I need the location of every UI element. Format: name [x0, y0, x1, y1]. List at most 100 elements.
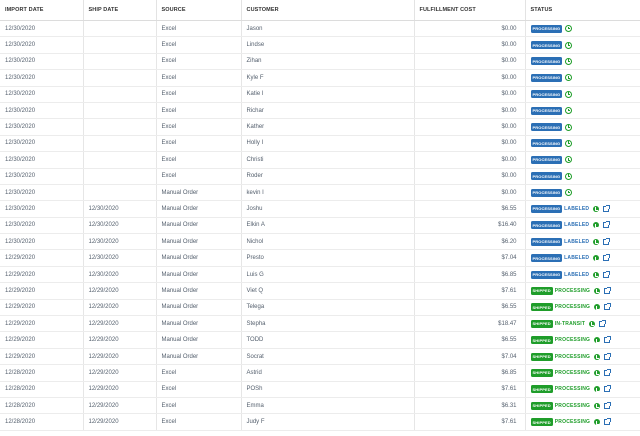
- customer-cell[interactable]: POSh: [241, 381, 415, 398]
- customer-cell[interactable]: Kyle F: [241, 69, 415, 87]
- table-row[interactable]: 12/30/2020 Excel Christi $0.00 PROCESSING: [0, 151, 640, 169]
- table-row[interactable]: 12/29/2020 12/29/2020 Manual Order Stepha $1…: [0, 315, 640, 333]
- table-row[interactable]: 12/30/2020 Excel Roder $0.00 PROCESSING: [0, 168, 640, 185]
- customer-cell[interactable]: kevin I: [241, 184, 415, 202]
- column-header-ship-date[interactable]: SHIP DATE: [83, 0, 157, 21]
- external-link-icon[interactable]: [604, 368, 612, 376]
- table-row[interactable]: 12/29/2020 12/29/2020 Manual Order TODD $6.5…: [0, 331, 640, 349]
- customer-cell[interactable]: Roder: [241, 168, 415, 185]
- import-date-cell: 12/29/2020: [0, 348, 84, 366]
- table-row[interactable]: 12/30/2020 Excel Lindse $0.00 PROCESSING: [0, 36, 640, 54]
- external-link-icon[interactable]: [604, 336, 612, 344]
- external-link-icon[interactable]: [604, 352, 612, 360]
- table-row[interactable]: 12/30/2020 Excel Kather $0.00 PROCESSING: [0, 118, 640, 136]
- customer-cell[interactable]: Telega: [241, 299, 415, 317]
- customer-cell[interactable]: Elkin A: [241, 217, 415, 235]
- external-link-icon[interactable]: [604, 303, 612, 311]
- table-row[interactable]: 12/29/2020 12/30/2020 Manual Order Luis G $6…: [0, 266, 640, 284]
- phone-icon[interactable]: [593, 271, 600, 278]
- status-detail-label: PROCESSING: [554, 337, 591, 344]
- table-row[interactable]: 12/30/2020 Excel Jason $0.00 PROCESSING: [0, 20, 640, 38]
- table-row[interactable]: 12/28/2020 12/29/2020 Excel Emma $6.31 SHIPPE…: [0, 397, 640, 415]
- fulfillment-cost-cell: $16.40: [414, 217, 526, 235]
- table-row[interactable]: 12/28/2020 12/29/2020 Excel Judy F $7.61 SHIP…: [0, 413, 640, 431]
- customer-cell[interactable]: Katie I: [241, 86, 415, 103]
- import-date-cell: 12/30/2020: [0, 20, 84, 38]
- source-cell: Excel: [156, 397, 242, 415]
- ship-date-cell: [83, 118, 157, 136]
- ship-date-cell: 12/29/2020: [83, 315, 157, 333]
- external-link-icon[interactable]: [604, 385, 612, 393]
- phone-icon[interactable]: [593, 238, 600, 245]
- customer-cell[interactable]: Presto: [241, 249, 415, 267]
- customer-cell[interactable]: Richar: [241, 102, 415, 120]
- external-link-icon[interactable]: [604, 401, 612, 409]
- table-row[interactable]: 12/30/2020 Excel Zihan $0.00 PROCESSING: [0, 53, 640, 71]
- customer-cell[interactable]: Astrid: [241, 364, 415, 382]
- customer-cell[interactable]: Luis G: [241, 266, 415, 284]
- import-date-cell: 12/29/2020: [0, 249, 84, 267]
- customer-cell[interactable]: Judy F: [241, 413, 415, 431]
- table-row[interactable]: 12/30/2020 Excel Kyle F $0.00 PROCESSING: [0, 69, 640, 87]
- column-header-import-date[interactable]: IMPORT DATE: [0, 0, 84, 21]
- table-row[interactable]: 12/28/2020 12/29/2020 Excel Astrid $6.85 SHIP…: [0, 364, 640, 382]
- source-cell: Excel: [156, 151, 242, 169]
- phone-icon[interactable]: [594, 304, 601, 311]
- table-row[interactable]: 12/30/2020 Manual Order kevin I $0.00 PROCES…: [0, 184, 640, 202]
- customer-cell[interactable]: Viet Q: [241, 282, 415, 300]
- phone-icon[interactable]: [594, 402, 601, 409]
- phone-icon[interactable]: [593, 255, 600, 262]
- fulfillment-cost-cell: $18.47: [414, 315, 526, 333]
- customer-cell[interactable]: Jason: [241, 20, 415, 38]
- phone-icon[interactable]: [594, 386, 601, 393]
- import-date-cell: 12/30/2020: [0, 102, 84, 120]
- external-link-icon[interactable]: [599, 319, 607, 327]
- status-cell: PROCESSING LABELED: [525, 233, 640, 251]
- column-header-customer[interactable]: CUSTOMER: [241, 0, 415, 21]
- column-header-source[interactable]: SOURCE: [156, 0, 242, 21]
- external-link-icon[interactable]: [604, 418, 612, 426]
- phone-icon[interactable]: [594, 287, 601, 294]
- customer-cell[interactable]: Christi: [241, 151, 415, 169]
- table-row[interactable]: 12/30/2020 Excel Holly I $0.00 PROCESSING: [0, 135, 640, 153]
- external-link-icon[interactable]: [603, 204, 611, 212]
- customer-cell[interactable]: Zihan: [241, 53, 415, 71]
- table-row[interactable]: 12/30/2020 12/30/2020 Manual Order Joshu $6.…: [0, 200, 640, 218]
- phone-icon[interactable]: [594, 369, 601, 376]
- customer-cell[interactable]: Kather: [241, 118, 415, 136]
- external-link-icon[interactable]: [603, 270, 611, 278]
- status-badge: PROCESSING: [530, 155, 563, 164]
- clock-icon: [565, 156, 573, 164]
- external-link-icon[interactable]: [604, 286, 612, 294]
- table-row[interactable]: 12/29/2020 12/29/2020 Manual Order Telega $6…: [0, 299, 640, 317]
- table-row[interactable]: 12/30/2020 12/30/2020 Manual Order Nichol $6…: [0, 233, 640, 251]
- customer-cell[interactable]: Stepha: [241, 315, 415, 333]
- phone-icon[interactable]: [594, 419, 601, 426]
- phone-icon[interactable]: [594, 337, 601, 344]
- external-link-icon[interactable]: [603, 221, 611, 229]
- customer-cell[interactable]: Holly I: [241, 135, 415, 153]
- fulfillment-cost-cell: $0.00: [414, 69, 526, 87]
- column-header-fulfillment-cost[interactable]: FULFILLMENT COST: [414, 0, 526, 21]
- customer-cell[interactable]: Socrat: [241, 348, 415, 366]
- phone-icon[interactable]: [593, 222, 600, 229]
- table-row[interactable]: 12/30/2020 12/30/2020 Manual Order Elkin A $…: [0, 217, 640, 235]
- phone-icon[interactable]: [594, 353, 601, 360]
- external-link-icon[interactable]: [603, 237, 611, 245]
- ship-date-cell: [83, 86, 157, 103]
- customer-cell[interactable]: Lindse: [241, 36, 415, 54]
- customer-cell[interactable]: Nichol: [241, 233, 415, 251]
- table-row[interactable]: 12/29/2020 12/30/2020 Manual Order Presto $7…: [0, 249, 640, 267]
- table-row[interactable]: 12/29/2020 12/29/2020 Manual Order Viet Q $7…: [0, 282, 640, 300]
- customer-cell[interactable]: Emma: [241, 397, 415, 415]
- table-row[interactable]: 12/30/2020 Excel Katie I $0.00 PROCESSING: [0, 86, 640, 103]
- phone-icon[interactable]: [593, 205, 600, 212]
- column-header-status[interactable]: STATUS: [525, 0, 640, 21]
- phone-icon[interactable]: [589, 320, 596, 327]
- external-link-icon[interactable]: [603, 254, 611, 262]
- customer-cell[interactable]: Joshu: [241, 200, 415, 218]
- table-row[interactable]: 12/29/2020 12/29/2020 Manual Order Socrat $7…: [0, 348, 640, 366]
- table-row[interactable]: 12/30/2020 Excel Richar $0.00 PROCESSING: [0, 102, 640, 120]
- customer-cell[interactable]: TODD: [241, 331, 415, 349]
- table-row[interactable]: 12/28/2020 12/29/2020 Excel POSh $7.61 SHIPPE…: [0, 381, 640, 398]
